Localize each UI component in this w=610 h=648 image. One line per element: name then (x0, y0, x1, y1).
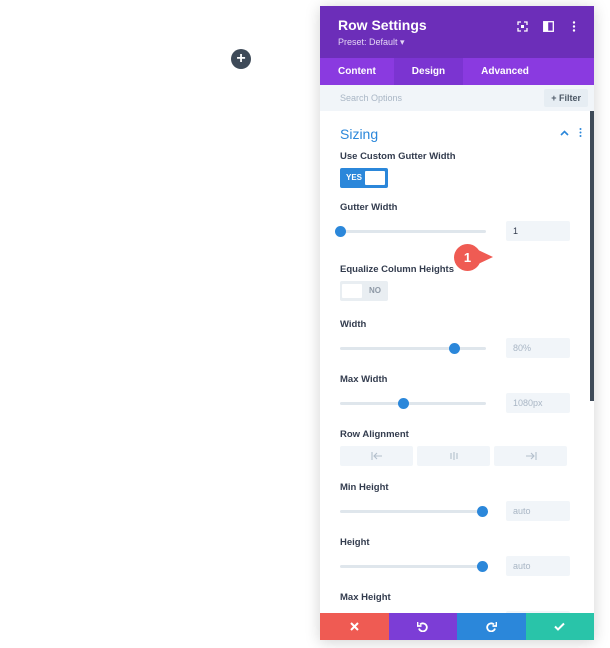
slider-handle[interactable] (476, 560, 488, 572)
field-max-height: Max Height none (340, 592, 574, 614)
builder-canvas: + Row Settings Preset: Default ▾ Content… (0, 0, 610, 648)
slider-handle[interactable] (448, 342, 460, 354)
tab-bar: Content Design Advanced (320, 58, 594, 85)
modal-header[interactable]: Row Settings Preset: Default ▾ (320, 6, 594, 58)
field-custom-gutter: Use Custom Gutter Width YES (340, 151, 574, 188)
section-title: Sizing (340, 125, 379, 142)
align-center-icon (449, 452, 458, 460)
field-height: Height auto (340, 537, 574, 576)
chevron-up-icon[interactable] (560, 128, 569, 140)
width-input[interactable]: 80% (506, 338, 570, 358)
align-center-button[interactable] (417, 446, 490, 466)
checkmark-icon (554, 622, 565, 631)
search-options-bar: Search Options + Filter (320, 85, 594, 111)
toggle-knob (342, 284, 362, 298)
field-label: Use Custom Gutter Width (340, 151, 456, 162)
row-settings-modal: Row Settings Preset: Default ▾ Content D… (320, 6, 594, 640)
modal-footer (320, 613, 594, 640)
height-slider[interactable] (340, 560, 488, 572)
min-height-slider[interactable] (340, 505, 488, 517)
more-options-icon[interactable] (568, 20, 580, 32)
min-height-input[interactable]: auto (506, 501, 570, 521)
field-gutter-width: Gutter Width 1 (335, 202, 574, 241)
equalize-heights-toggle[interactable]: NO (340, 281, 388, 301)
height-input[interactable]: auto (506, 556, 570, 576)
align-left-icon (370, 452, 382, 460)
toggle-knob (365, 171, 385, 185)
tab-content[interactable]: Content (320, 58, 394, 85)
field-label: Gutter Width (340, 202, 398, 213)
max-width-slider[interactable] (340, 397, 486, 409)
section-menu-icon[interactable] (579, 127, 582, 140)
align-right-button[interactable] (494, 446, 567, 466)
close-icon (350, 622, 359, 631)
align-left-button[interactable] (340, 446, 413, 466)
field-label: Height (340, 537, 370, 548)
toggle-state: NO (369, 286, 381, 295)
settings-panel: Sizing Use Custom Gutter Width YES Gutte… (320, 111, 594, 614)
field-label: Width (340, 319, 367, 330)
add-row-button[interactable]: + (231, 49, 251, 69)
callout-number: 1 (454, 244, 481, 271)
field-min-height: Min Height auto (340, 482, 574, 521)
align-right-icon (525, 452, 537, 460)
tab-design[interactable]: Design (393, 58, 464, 85)
filter-button[interactable]: + Filter (544, 89, 588, 107)
step-callout: 1 (454, 244, 504, 271)
search-options-input[interactable]: Search Options (340, 93, 402, 103)
max-width-input[interactable]: 1080px (506, 393, 570, 413)
sizing-section-header[interactable]: Sizing (340, 111, 582, 145)
field-label: Row Alignment (340, 429, 409, 440)
redo-icon (486, 622, 497, 632)
slider-handle[interactable] (397, 397, 409, 409)
undo-icon (417, 622, 428, 632)
slider-handle[interactable] (476, 505, 488, 517)
expand-icon[interactable] (516, 20, 528, 32)
tab-advanced[interactable]: Advanced (463, 58, 547, 85)
field-label: Max Height (340, 592, 391, 603)
split-view-icon[interactable] (542, 20, 554, 32)
save-button[interactable] (525, 613, 594, 640)
gutter-width-input[interactable]: 1 (506, 221, 570, 241)
undo-button[interactable] (388, 613, 457, 640)
scrollbar[interactable] (590, 111, 594, 401)
width-slider[interactable] (340, 342, 486, 354)
toggle-state: YES (346, 173, 363, 182)
slider-handle[interactable] (335, 225, 346, 237)
field-row-alignment: Row Alignment (340, 429, 574, 466)
gutter-width-slider[interactable] (335, 225, 486, 237)
field-label: Min Height (340, 482, 389, 493)
field-label: Max Width (340, 374, 388, 385)
field-width: Width 80% (340, 319, 574, 358)
field-max-width: Max Width 1080px (340, 374, 574, 413)
cancel-button[interactable] (320, 613, 389, 640)
redo-button[interactable] (457, 613, 526, 640)
custom-gutter-toggle[interactable]: YES (340, 168, 388, 188)
preset-selector[interactable]: Preset: Default ▾ (338, 37, 576, 48)
